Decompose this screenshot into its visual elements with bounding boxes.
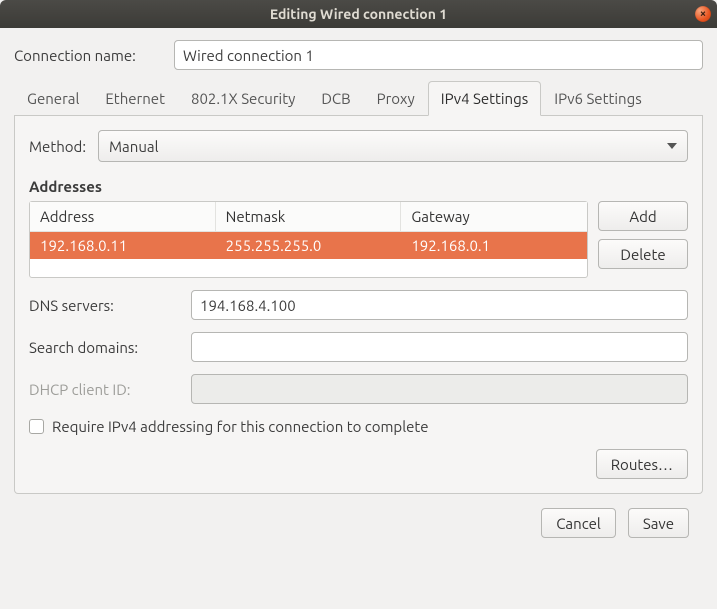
chevron-down-icon (667, 143, 677, 149)
save-button[interactable]: Save (628, 508, 689, 538)
search-domains-input[interactable] (191, 332, 688, 362)
addresses-header: Address Netmask Gateway (30, 202, 587, 232)
delete-button[interactable]: Delete (598, 239, 688, 269)
cancel-button[interactable]: Cancel (541, 508, 616, 538)
connection-name-row: Connection name: (14, 40, 703, 70)
add-button[interactable]: Add (598, 201, 688, 231)
require-ipv4-row: Require IPv4 addressing for this connect… (29, 418, 688, 435)
dhcp-client-id-input (191, 374, 688, 404)
require-ipv4-checkbox[interactable] (29, 419, 44, 434)
tab-page-ipv4: Method: Manual Addresses Address Netmask… (14, 116, 703, 494)
col-gateway: Gateway (401, 202, 587, 232)
tab-dcb[interactable]: DCB (308, 81, 363, 116)
dhcp-client-id-label: DHCP client ID: (29, 381, 179, 398)
method-label: Method: (29, 138, 86, 155)
dialog-footer: Cancel Save (14, 494, 703, 538)
window-body: Connection name: General Ethernet 802.1X… (0, 28, 717, 552)
table-blank-row[interactable] (30, 259, 587, 277)
method-dropdown[interactable]: Manual (98, 130, 688, 162)
close-icon[interactable]: × (695, 6, 711, 22)
routes-row: Routes… (29, 449, 688, 479)
window-title: Editing Wired connection 1 (270, 6, 447, 22)
col-netmask: Netmask (216, 202, 402, 232)
require-ipv4-label: Require IPv4 addressing for this connect… (52, 418, 429, 435)
tab-ipv4-settings[interactable]: IPv4 Settings (428, 81, 541, 116)
addresses-table[interactable]: Address Netmask Gateway 192.168.0.11 255… (29, 201, 588, 278)
method-row: Method: Manual (29, 130, 688, 162)
cell-gateway: 192.168.0.1 (401, 232, 587, 259)
search-domains-row: Search domains: (29, 332, 688, 362)
routes-button[interactable]: Routes… (596, 449, 688, 479)
cell-netmask: 255.255.255.0 (216, 232, 402, 259)
cell-address: 192.168.0.11 (30, 232, 216, 259)
addresses-buttons: Add Delete (598, 201, 688, 269)
dns-input[interactable] (191, 290, 688, 320)
connection-name-input[interactable] (174, 40, 703, 70)
tabs: General Ethernet 802.1X Security DCB Pro… (14, 80, 703, 116)
dns-label: DNS servers: (29, 297, 179, 314)
addresses-heading: Addresses (29, 178, 688, 195)
method-value: Manual (109, 138, 159, 155)
tab-proxy[interactable]: Proxy (364, 81, 428, 116)
dns-row: DNS servers: (29, 290, 688, 320)
search-domains-label: Search domains: (29, 339, 179, 356)
tab-ipv6-settings[interactable]: IPv6 Settings (541, 81, 654, 116)
titlebar: Editing Wired connection 1 × (0, 0, 717, 28)
addresses-area: Address Netmask Gateway 192.168.0.11 255… (29, 201, 688, 278)
tab-general[interactable]: General (14, 81, 92, 116)
col-address: Address (30, 202, 216, 232)
dhcp-client-id-row: DHCP client ID: (29, 374, 688, 404)
connection-name-label: Connection name: (14, 47, 164, 64)
tab-8021x-security[interactable]: 802.1X Security (178, 81, 308, 116)
table-row[interactable]: 192.168.0.11 255.255.255.0 192.168.0.1 (30, 232, 587, 259)
tab-ethernet[interactable]: Ethernet (92, 81, 178, 116)
